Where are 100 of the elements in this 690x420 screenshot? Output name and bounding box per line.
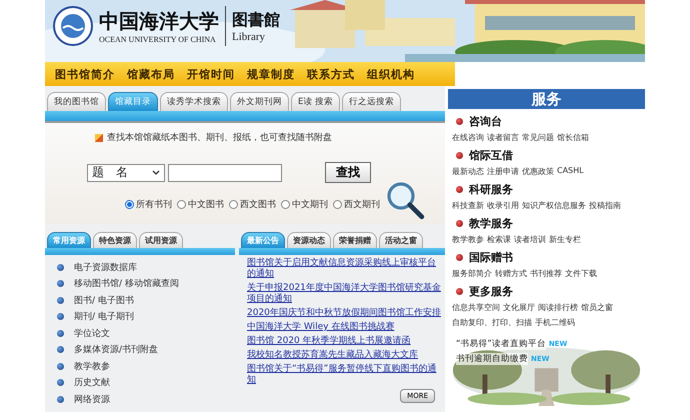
radio-label: 中文图书 <box>188 198 224 211</box>
service-link[interactable]: 新生专栏 <box>549 234 581 245</box>
university-name-en: OCEAN UNIVERSITY OF CHINA <box>99 35 217 44</box>
news-link[interactable]: 图书馆 2020 年秋季学期线上书展邀请函 <box>247 336 441 347</box>
library-name: 图書館 <box>232 10 280 30</box>
service-link[interactable]: 投稿指南 <box>589 200 621 211</box>
service-link[interactable]: 馆员之窗 <box>581 302 613 313</box>
pencil-icon <box>95 134 103 142</box>
news-link[interactable]: 我校知名教授苏育嵩先生藏品入藏海大文库 <box>247 350 441 361</box>
search-hint: 查找本馆馆藏纸本图书、期刊、报纸，也可查找随书附盘 <box>107 132 332 144</box>
radio-label: 西文期刊 <box>344 198 380 211</box>
caret-icon <box>152 170 160 175</box>
service-link[interactable]: 服务部简介 <box>452 268 492 279</box>
resource-link[interactable]: 图书/ 电子图书 <box>74 294 134 307</box>
news-link[interactable]: 图书馆关于启用文献信息资源采购线上审核平台的通知 <box>247 258 441 280</box>
service-link[interactable]: 自助复印、打印、扫描 <box>452 317 532 328</box>
promo-link[interactable]: “书易得”读者直购平台 <box>456 338 546 350</box>
nav-link[interactable]: 组织机构 <box>367 66 415 82</box>
service-link[interactable]: 检索课 <box>487 234 511 245</box>
service-title[interactable]: 国际赠书 <box>469 250 513 265</box>
service-title[interactable]: 科研服务 <box>469 182 513 197</box>
service-link[interactable]: 优惠政策 <box>522 166 554 177</box>
radio-label: 所有书刊 <box>136 198 172 211</box>
catalog-tab[interactable]: 读秀学术搜索 <box>160 92 228 111</box>
radio-label: 中文期刊 <box>292 198 328 211</box>
resource-tab[interactable]: 特色资源 <box>93 232 137 248</box>
bullet-icon <box>456 118 463 125</box>
bullet-icon <box>57 396 64 403</box>
radio-button[interactable] <box>333 200 342 209</box>
radio-label: 西文图书 <box>240 198 276 211</box>
nav-link[interactable]: 联系方式 <box>307 66 355 82</box>
news-link[interactable]: 2020年国庆节和中秋节放假期间图书馆工作安排 <box>247 308 441 319</box>
bullet-icon <box>57 280 64 288</box>
resource-tab[interactable]: 试用资源 <box>139 232 183 248</box>
catalog-tab[interactable]: 行之远搜索 <box>342 92 402 111</box>
catalog-tab[interactable]: 外文期刊网 <box>230 92 289 111</box>
search-button[interactable]: 查找 <box>325 162 371 183</box>
bullet-icon <box>57 296 64 304</box>
resource-link[interactable]: 学位论文 <box>74 326 110 340</box>
service-link[interactable]: 馆长信箱 <box>557 132 589 143</box>
search-icon <box>385 180 425 220</box>
service-link[interactable]: 文化展厅 <box>503 302 535 313</box>
service-link[interactable]: 收录引用 <box>487 200 519 211</box>
library-name-en: Library <box>232 30 266 42</box>
bullet-icon <box>57 362 64 370</box>
radio-button[interactable] <box>229 200 238 209</box>
service-link[interactable]: 手机二维码 <box>535 317 575 328</box>
bullet-icon <box>456 254 463 261</box>
service-link[interactable]: 读者培训 <box>514 234 546 245</box>
service-link[interactable]: 文件下载 <box>565 268 597 279</box>
nav-link[interactable]: 图书馆简介 <box>55 66 115 82</box>
catalog-tab[interactable]: E读 搜索 <box>291 92 340 111</box>
service-title[interactable]: 更多服务 <box>469 284 513 299</box>
select-field[interactable]: 题 名 <box>87 164 165 182</box>
service-link[interactable]: 科技查新 <box>452 200 484 211</box>
news-tab[interactable]: 资源动态 <box>287 232 331 248</box>
radio-button[interactable] <box>281 200 290 209</box>
service-title[interactable]: 馆际互借 <box>469 148 513 163</box>
service-title[interactable]: 教学服务 <box>469 216 513 231</box>
service-link[interactable]: CASHL <box>557 166 584 177</box>
service-link[interactable]: 在线咨询 <box>452 132 484 143</box>
service-link[interactable]: 教学教参 <box>452 234 484 245</box>
service-link[interactable]: 信息共享空间 <box>452 302 500 313</box>
service-link[interactable]: 书刊推荐 <box>530 268 562 279</box>
service-link[interactable]: 阅读排行榜 <box>538 302 578 313</box>
service-link[interactable]: 转赠方式 <box>495 268 527 279</box>
resource-link[interactable]: 电子资源数据库 <box>74 260 137 274</box>
news-link[interactable]: 中国海洋大学 Wiley 在线图书挑战赛 <box>247 322 441 333</box>
nav-link[interactable]: 开馆时间 <box>187 66 235 82</box>
service-link[interactable]: 最新动态 <box>452 166 484 177</box>
bullet-icon <box>456 186 463 193</box>
bullet-icon <box>57 379 64 386</box>
service-link[interactable]: 常见问题 <box>522 132 554 143</box>
news-link[interactable]: 图书馆关于“书易得”服务暂停线下直购图书的通知 <box>247 364 441 386</box>
news-tab[interactable]: 活动之窗 <box>379 232 423 248</box>
resource-link[interactable]: 历史文献 <box>74 376 110 390</box>
news-link[interactable]: 关于申报2021年度中国海洋大学图书馆研究基金项目的通知 <box>247 283 441 305</box>
catalog-tab[interactable]: 我的图书馆 <box>47 92 106 111</box>
resource-link[interactable]: 多媒体资源/书刊附盘 <box>74 343 158 356</box>
nav-link[interactable]: 馆藏布局 <box>127 66 175 82</box>
radio-button[interactable] <box>125 200 134 209</box>
search-field[interactable] <box>168 164 282 182</box>
service-link[interactable]: 知识产权信息服务 <box>522 200 586 211</box>
service-link[interactable]: 注册申请 <box>487 166 519 177</box>
resource-link[interactable]: 移动图书馆/ 移动馆藏查阅 <box>74 277 179 290</box>
resource-link[interactable]: 期刊/ 电子期刊 <box>74 310 134 324</box>
bullet-icon <box>57 264 64 271</box>
bullet-icon <box>456 220 463 227</box>
bullet-icon <box>57 330 64 337</box>
services-header: 服务 <box>448 89 645 109</box>
bullet-icon <box>57 346 64 354</box>
promo-link[interactable]: 书刊逾期自助缴费 <box>456 353 528 365</box>
resource-link[interactable]: 教学教参 <box>74 360 110 373</box>
news-tab[interactable]: 荣誉捐赠 <box>333 232 377 248</box>
nav-link[interactable]: 规章制度 <box>247 66 295 82</box>
radio-button[interactable] <box>177 200 186 209</box>
service-link[interactable]: 读者留言 <box>487 132 519 143</box>
service-title[interactable]: 咨询台 <box>469 114 502 129</box>
university-name: 中国海洋大学 <box>99 8 219 35</box>
resource-link[interactable]: 网络资源 <box>74 392 110 406</box>
